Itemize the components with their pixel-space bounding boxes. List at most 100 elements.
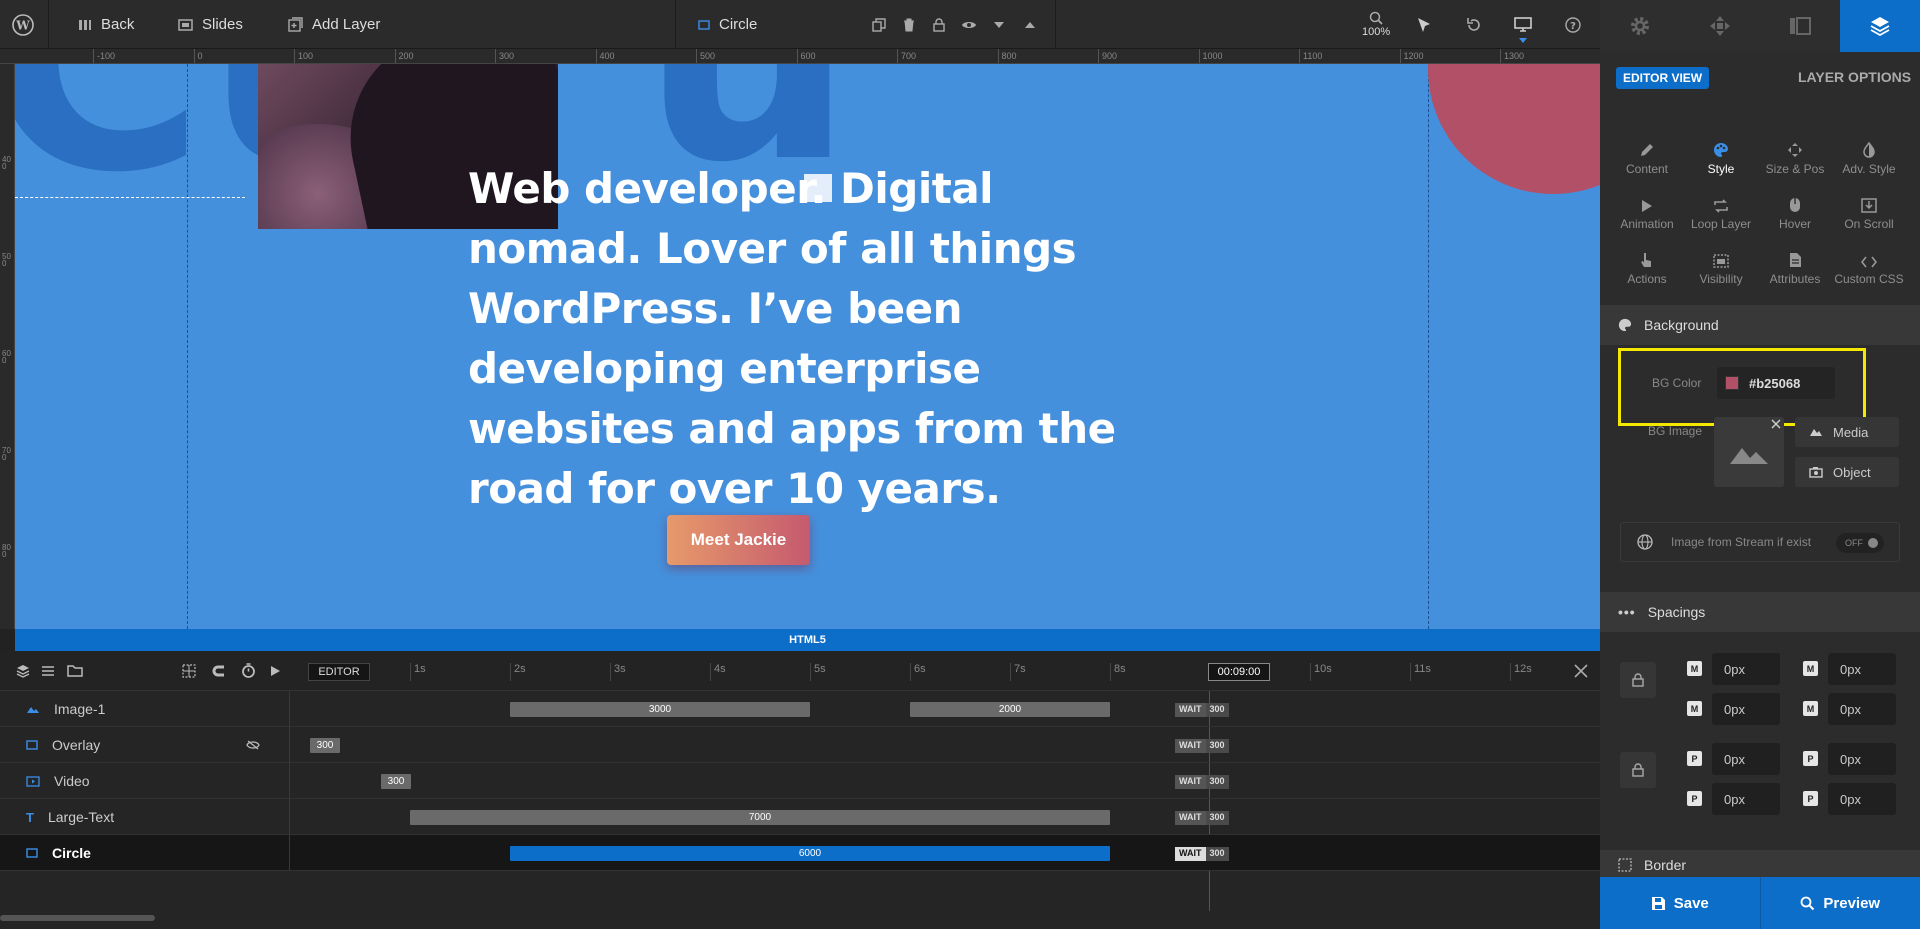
wait-marker[interactable]: WAIT 300 [1175, 811, 1229, 825]
zoom-level: 100% [1362, 26, 1391, 38]
time-marker[interactable]: 00:09:00 [1208, 663, 1270, 681]
margin-left-input[interactable]: 0px [1828, 693, 1896, 725]
timeline-row-overlay[interactable]: Overlay 300 WAIT 300 [0, 727, 1600, 763]
padding-top-input[interactable]: 0px [1712, 743, 1780, 775]
tab-settings[interactable] [1600, 0, 1680, 52]
delete-layer-button[interactable] [903, 0, 915, 49]
visibility-button[interactable] [961, 0, 977, 49]
timeline-row-circle[interactable]: Circle 6000 WAIT 300 [0, 835, 1600, 871]
option-loop-layer[interactable]: Loop Layer [1684, 179, 1758, 231]
wait-marker[interactable]: WAIT 300 [1175, 847, 1229, 861]
preview-button[interactable]: Preview [1759, 877, 1920, 929]
help-button[interactable]: ? [1565, 0, 1581, 49]
padding-lock-button[interactable] [1620, 752, 1656, 788]
undo-button[interactable] [1466, 0, 1482, 49]
back-button[interactable]: Back [78, 0, 134, 49]
animation-bar[interactable]: 6000 [510, 846, 1110, 861]
wait-marker[interactable]: WAIT 300 [1175, 775, 1229, 789]
option-visibility[interactable]: Visibility [1684, 234, 1758, 286]
editor-view-button[interactable]: EDITOR VIEW [1616, 67, 1710, 89]
animation-bar[interactable]: 300 [381, 774, 411, 789]
layer-options-button[interactable]: LAYER OPTIONS [1798, 69, 1911, 85]
guide-line [1428, 64, 1429, 629]
animation-bar[interactable]: 7000 [410, 810, 1110, 825]
option-attributes[interactable]: Attributes [1758, 234, 1832, 286]
save-button[interactable]: Save [1600, 877, 1760, 929]
option-on-scroll[interactable]: On Scroll [1832, 179, 1906, 231]
duplicate-layer-button[interactable] [872, 0, 886, 49]
large-text-layer[interactable]: Web developer. Digital nomad. Lover of a… [468, 159, 1168, 519]
wordpress-logo-icon[interactable]: W [12, 0, 34, 49]
save-label: Save [1673, 894, 1709, 912]
close-icon[interactable] [1574, 664, 1588, 678]
bg-image-placeholder[interactable] [1714, 417, 1784, 487]
animation-bar[interactable]: 2000 [910, 702, 1110, 717]
tab-layers[interactable] [1840, 0, 1920, 52]
timeline-row-video[interactable]: Video 300 WAIT 300 [0, 763, 1600, 799]
layer-name-cell[interactable]: Video [0, 763, 290, 799]
layers-stack-icon[interactable] [16, 664, 30, 678]
option-label: Size & Pos [1765, 162, 1825, 176]
grid-icon [78, 18, 92, 32]
folder-icon[interactable] [67, 664, 83, 677]
margin-lock-button[interactable] [1620, 662, 1656, 698]
device-desktop-button[interactable] [1514, 0, 1532, 49]
border-section-header[interactable]: Border [1600, 850, 1920, 880]
zoom-control[interactable]: 100% [1362, 0, 1390, 49]
padding-left-input[interactable]: 0px [1828, 783, 1896, 815]
option-animation[interactable]: Animation [1610, 179, 1684, 231]
layer-name-cell[interactable]: T Large-Text [0, 799, 290, 835]
wait-label: WAIT [1175, 847, 1206, 861]
object-button[interactable]: Object [1795, 457, 1899, 487]
option-actions[interactable]: Actions [1610, 234, 1684, 286]
meet-jackie-button[interactable]: Meet Jackie [667, 515, 810, 565]
tab-slides[interactable] [1760, 0, 1840, 52]
animation-bar[interactable]: 3000 [510, 702, 810, 717]
option-custom-css[interactable]: Custom CSS [1832, 234, 1906, 286]
spacings-section-header[interactable]: ••• Spacings [1600, 592, 1920, 632]
timeline-scrollbar[interactable] [0, 915, 155, 921]
selection-grid-icon[interactable] [182, 664, 196, 678]
option-style[interactable]: Style [1684, 124, 1758, 176]
option-hover[interactable]: Hover [1758, 179, 1832, 231]
margin-top-input[interactable]: 0px [1712, 653, 1780, 685]
hidden-eye-icon[interactable] [246, 740, 260, 750]
padding-right-input[interactable]: 0px [1828, 743, 1896, 775]
option-size-pos[interactable]: Size & Pos [1758, 124, 1832, 176]
wait-marker[interactable]: WAIT 300 [1175, 739, 1229, 753]
slides-button[interactable]: Slides [178, 0, 243, 49]
layer-name-cell[interactable]: Image-1 [0, 691, 290, 727]
layer-name-cell[interactable]: Overlay [0, 727, 290, 763]
timeline-row-image-1[interactable]: Image-1 3000 2000 WAIT 300 [0, 691, 1600, 727]
remove-image-icon[interactable] [1771, 419, 1781, 429]
move-layer-up-button[interactable] [1024, 0, 1036, 49]
option-content[interactable]: Content [1610, 124, 1684, 176]
ruler-tick-label: 400 [2, 155, 11, 171]
lock-layer-button[interactable] [933, 0, 945, 49]
wait-marker[interactable]: WAIT 300 [1175, 703, 1229, 717]
circle-layer[interactable] [1428, 64, 1600, 194]
magnet-icon[interactable] [212, 664, 226, 678]
animation-bar[interactable]: 300 [310, 738, 340, 753]
bg-color-picker[interactable]: #b25068 [1717, 367, 1835, 399]
add-layer-button[interactable]: Add Layer [288, 0, 380, 49]
padding-bottom-input[interactable]: 0px [1712, 783, 1780, 815]
margin-right-input[interactable]: 0px [1828, 653, 1896, 685]
media-button[interactable]: Media [1795, 417, 1899, 447]
background-section-header[interactable]: Background [1600, 305, 1920, 345]
editor-mode-label[interactable]: EDITOR [308, 663, 370, 681]
layer-name-cell[interactable]: Circle [0, 835, 290, 871]
list-icon[interactable] [41, 665, 55, 677]
tab-navigation[interactable] [1680, 0, 1760, 52]
play-icon[interactable] [270, 665, 281, 677]
margin-bottom-input[interactable]: 0px [1712, 693, 1780, 725]
option-adv-style[interactable]: Adv. Style [1832, 124, 1906, 176]
timer-icon[interactable] [241, 663, 256, 678]
slide-canvas[interactable]: C ur u Web developer. Digital nomad. Lov… [15, 64, 1600, 629]
timeline-second-label: 2s [510, 663, 526, 681]
select-tool-button[interactable] [1417, 0, 1431, 49]
stream-toggle[interactable]: OFF [1836, 533, 1884, 553]
eye-icon [961, 19, 977, 31]
timeline-row-large-text[interactable]: T Large-Text 7000 WAIT 300 [0, 799, 1600, 835]
move-layer-down-button[interactable] [993, 0, 1005, 49]
